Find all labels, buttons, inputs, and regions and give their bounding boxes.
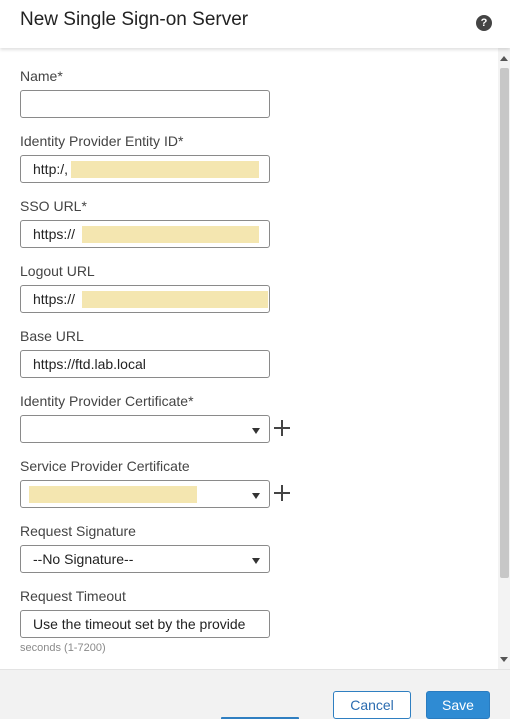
- entity-id-label: Identity Provider Entity ID*: [20, 133, 184, 149]
- add-sp-certificate-icon[interactable]: [274, 485, 290, 501]
- request-timeout-input[interactable]: Use the timeout set by the provide: [20, 610, 270, 638]
- dialog-title: New Single Sign-on Server: [20, 9, 249, 30]
- redacted-text: [71, 161, 259, 178]
- entity-id-value: http:/,: [33, 161, 69, 177]
- chevron-down-icon: [252, 428, 260, 434]
- request-timeout-label: Request Timeout: [20, 588, 126, 604]
- sso-url-label: SSO URL*: [20, 198, 87, 214]
- redacted-text: [82, 291, 268, 308]
- idp-certificate-select[interactable]: [20, 415, 270, 443]
- dialog-header: New Single Sign-on Server ?: [0, 0, 510, 48]
- base-url-input[interactable]: https://ftd.lab.local: [20, 350, 270, 378]
- request-signature-label: Request Signature: [20, 523, 136, 539]
- dialog-footer: Cancel Save: [0, 669, 510, 719]
- request-timeout-hint: seconds (1-7200): [20, 642, 106, 654]
- name-input[interactable]: [20, 90, 270, 118]
- idp-certificate-label: Identity Provider Certificate*: [20, 393, 194, 409]
- base-url-value: https://ftd.lab.local: [33, 356, 146, 372]
- request-timeout-value: Use the timeout set by the provide: [33, 616, 246, 632]
- redacted-text: [82, 226, 259, 243]
- sp-certificate-select[interactable]: [20, 480, 270, 508]
- sso-url-value: https://: [33, 226, 76, 242]
- request-signature-select[interactable]: --No Signature--: [20, 545, 270, 573]
- sp-certificate-label: Service Provider Certificate: [20, 458, 190, 474]
- base-url-label: Base URL: [20, 328, 84, 344]
- entity-id-input[interactable]: http:/,: [20, 155, 270, 183]
- scrollbar-thumb[interactable]: [500, 68, 509, 578]
- cancel-button[interactable]: Cancel: [333, 691, 411, 719]
- chevron-down-icon: [252, 493, 260, 499]
- logout-url-value: https://: [33, 291, 76, 307]
- dialog-body: Name* Identity Provider Entity ID* http:…: [0, 48, 510, 669]
- scroll-down-arrow-icon[interactable]: [500, 657, 508, 662]
- add-idp-certificate-icon[interactable]: [274, 420, 290, 436]
- scrollbar[interactable]: [498, 48, 510, 669]
- sso-url-input[interactable]: https://: [20, 220, 270, 248]
- logout-url-label: Logout URL: [20, 263, 95, 279]
- name-label: Name*: [20, 68, 63, 84]
- save-button[interactable]: Save: [426, 691, 490, 719]
- redacted-text: [29, 486, 197, 503]
- request-signature-value: --No Signature--: [33, 551, 134, 567]
- scroll-up-arrow-icon[interactable]: [500, 56, 508, 61]
- help-icon[interactable]: ?: [476, 15, 492, 31]
- logout-url-input[interactable]: https://: [20, 285, 270, 313]
- chevron-down-icon: [252, 558, 260, 564]
